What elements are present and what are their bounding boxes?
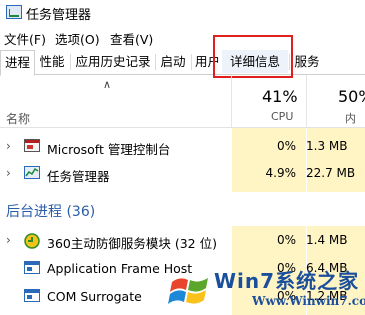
windows-logo-icon [168,268,212,312]
tab-strip: 进程 性能 应用历史记录 启动 用户 详细信息 服务 [0,50,365,76]
memory-total-percent[interactable]: 50% [338,87,365,106]
menu-bar: 文件(F) 选项(O) 查看(V) [0,27,365,47]
cpu-total-percent[interactable]: 41% [262,87,298,106]
expand-chevron-icon[interactable]: › [6,233,11,247]
process-name: COM Surrogate [47,289,142,304]
menu-options[interactable]: 选项(O) [55,29,100,48]
tab-app-history[interactable]: 应用历史记录 [72,50,154,73]
window-icon [24,289,40,303]
details-tab-callout [213,35,293,78]
table-row[interactable]: › Microsoft 管理控制台 0% 1.3 MB [0,134,365,160]
cpu-value: 4.9% [265,166,297,180]
title-bar: 任务管理器 [0,0,365,26]
task-manager-icon [24,166,40,180]
cpu-value: 0% [276,139,296,153]
expand-chevron-icon[interactable]: › [6,139,11,153]
tab-performance[interactable]: 性能 [36,50,68,73]
process-name: 任务管理器 [47,169,110,184]
memory-value: 22.7 MB [306,166,356,180]
process-name: Microsoft 管理控制台 [47,142,171,157]
name-column-header[interactable]: 名称 [6,110,30,127]
column-separator[interactable] [306,75,307,127]
tab-processes[interactable]: 进程 [0,50,35,76]
watermark-url: Www.Winwin7.com [252,294,365,308]
expand-chevron-icon[interactable]: › [6,166,11,180]
tab-services[interactable]: 服务 [291,50,323,73]
tab-separator [70,54,71,70]
table-row[interactable]: › 360主动防御服务模块 (32 位) 0% 1.4 MB [0,228,365,254]
sort-chevron-up-icon[interactable]: ∧ [103,78,111,91]
watermark-brand: Win7系统之家 [214,269,360,293]
task-manager-icon [6,5,22,19]
cpu-column-label[interactable]: CPU [271,110,293,123]
tab-separator [155,54,156,70]
mmc-icon [24,139,40,153]
tab-separator [191,54,192,70]
watermark: Win7系统之家 Www.Winwin7.com [168,262,365,315]
memory-value: 1.4 MB [306,233,348,247]
process-name: 360主动防御服务模块 (32 位) [47,236,217,251]
memory-value: 1.3 MB [306,139,348,153]
column-separator[interactable] [231,75,232,127]
360-shield-icon [24,233,40,249]
tab-startup[interactable]: 启动 [157,50,189,73]
cpu-value: 0% [276,233,296,247]
menu-file[interactable]: 文件(F) [4,29,46,48]
group-header-gap [232,192,365,226]
menu-view[interactable]: 查看(V) [110,29,153,48]
window-icon [24,261,40,275]
background-processes-group-header[interactable]: 后台进程 (36) [6,201,95,221]
window-title: 任务管理器 [26,8,92,23]
table-row[interactable]: › 任务管理器 4.9% 22.7 MB [0,161,365,187]
column-header: ∧ 名称 41% CPU 50% 内存 [0,75,365,141]
